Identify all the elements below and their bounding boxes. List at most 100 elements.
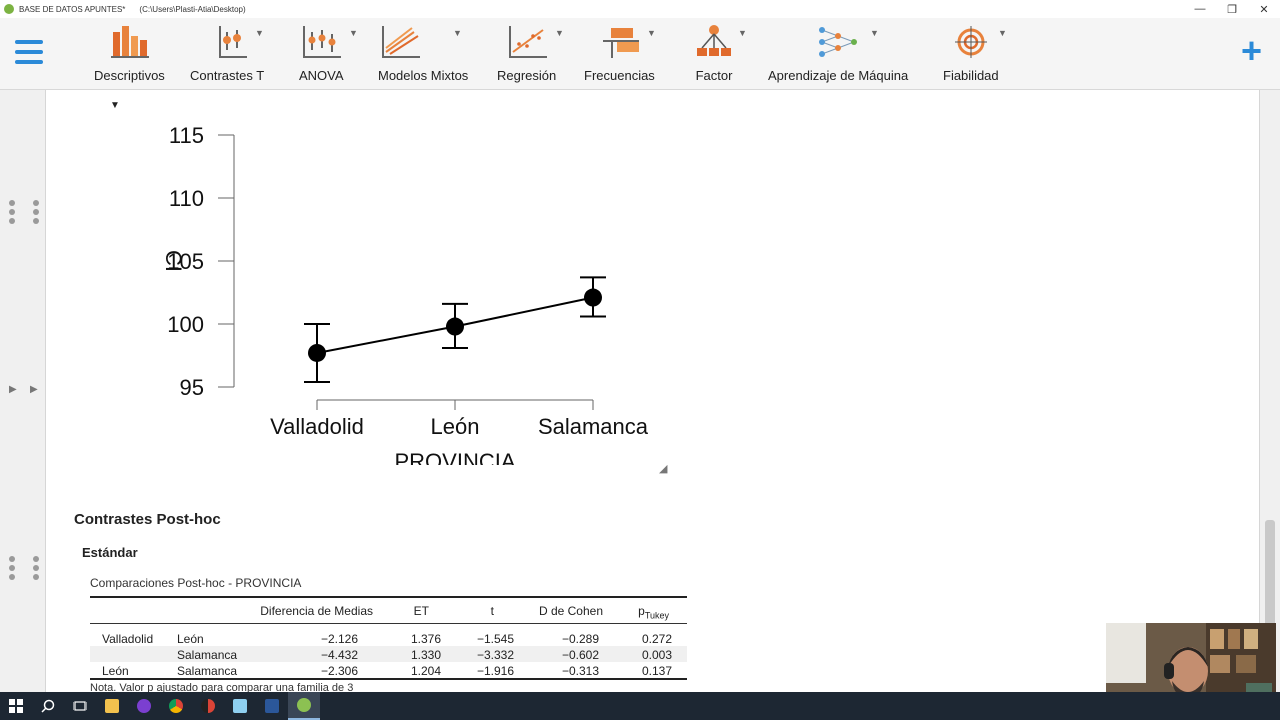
hamburger-menu-button[interactable] xyxy=(15,40,43,64)
title-bar: BASE DE DATOS APUNTES* (C:\Users\Plasti-… xyxy=(0,0,1280,18)
dropdown-arrow-icon[interactable]: ▼ xyxy=(738,28,747,38)
window-controls: — ❐ ✕ xyxy=(1184,0,1280,18)
ribbon-descriptivos-button[interactable]: Descriptivos xyxy=(94,22,165,84)
ribbon-regresion-button[interactable]: Regresión ▼ xyxy=(497,22,564,84)
minimize-button[interactable]: — xyxy=(1184,0,1216,18)
y-tick-label: 95 xyxy=(180,375,204,400)
app-icon[interactable] xyxy=(224,692,256,720)
table-cell-d: −0.289 xyxy=(561,632,599,646)
table-cell-t: −3.332 xyxy=(476,648,514,662)
y-tick-label: 115 xyxy=(169,123,204,148)
table-cell-g2: Salamanca xyxy=(177,664,238,678)
window-title: BASE DE DATOS APUNTES* xyxy=(19,4,126,14)
dropdown-arrow-icon[interactable]: ▼ xyxy=(255,28,264,38)
ribbon-label: Descriptivos xyxy=(94,68,165,83)
subsection-title: Estándar xyxy=(82,545,138,560)
col-header-cohen-d: D de Cohen xyxy=(538,604,603,618)
windows-start-icon[interactable] xyxy=(0,692,32,720)
restore-button[interactable]: ❐ xyxy=(1216,0,1248,18)
table-cell-p: 0.137 xyxy=(641,664,672,678)
t-test-icon xyxy=(205,22,249,62)
dropdown-arrow-icon[interactable]: ▼ xyxy=(870,28,879,38)
table-cell-diff: −4.432 xyxy=(320,648,358,662)
ribbon-label: Factor xyxy=(695,68,733,83)
table-note: Nota. Valor p ajustado para comparar una… xyxy=(90,682,687,692)
mixed-models-icon xyxy=(378,22,422,62)
collapse-arrow-icon[interactable]: ▼ xyxy=(110,100,120,111)
p-label: p xyxy=(638,604,645,618)
ribbon-frecuencias-button[interactable]: Frecuencias ▼ xyxy=(584,22,656,84)
table-cell-g1: León xyxy=(102,664,129,678)
descriptives-plot: 95100105110115CIValladolid León SalamancaP… xyxy=(161,123,649,465)
table-cell-p: 0.003 xyxy=(641,648,672,662)
posthoc-table: Diferencia de Medias ET t D de Cohen pTu… xyxy=(90,596,687,692)
data-point xyxy=(308,343,326,362)
table-cell-g2: Salamanca xyxy=(177,648,238,662)
analysis-ribbon: Descriptivos Contrastes T ▼ ANOVA ▼ Mode… xyxy=(0,18,1280,90)
expand-left-icon[interactable]: ▶ xyxy=(9,384,17,395)
ribbon-label: Regresión xyxy=(497,68,557,83)
close-button[interactable]: ✕ xyxy=(1248,0,1280,18)
table-row: Salamanca −4.432 1.330 −3.332 −0.602 0.003 xyxy=(90,646,687,662)
dropdown-arrow-icon[interactable]: ▼ xyxy=(647,28,656,38)
ribbon-modelos-mixtos-button[interactable]: Modelos Mixtos ▼ xyxy=(378,22,468,84)
file-explorer-icon[interactable] xyxy=(96,692,128,720)
anova-icon xyxy=(299,22,343,62)
expand-right-icon[interactable]: ▶ xyxy=(30,384,38,395)
section-title: Contrastes Post-hoc xyxy=(74,511,221,528)
chrome-icon[interactable] xyxy=(160,692,192,720)
ribbon-label: Contrastes T xyxy=(190,68,265,83)
ribbon-factor-button[interactable]: Factor ▼ xyxy=(692,22,747,84)
ribbon-label: Modelos Mixtos xyxy=(378,68,469,83)
p-subscript: Tukey xyxy=(644,610,669,621)
media-app-icon[interactable] xyxy=(128,692,160,720)
window-path: (C:\Users\Plasti-Atia\Desktop) xyxy=(139,4,246,14)
frequencies-icon xyxy=(597,22,641,62)
reliability-icon xyxy=(949,22,993,62)
note-text: Valor p ajustado para comparar una famil… xyxy=(119,682,354,692)
table-header: Diferencia de Medias ET t D de Cohen pTu… xyxy=(90,598,687,624)
task-view-icon[interactable] xyxy=(64,692,96,720)
y-axis-label: CI xyxy=(161,250,186,272)
ribbon-contrastes-t-button[interactable]: Contrastes T ▼ xyxy=(190,22,264,84)
data-panel-splitter[interactable]: ▶ ▶ xyxy=(0,90,46,692)
table-cell-d: −0.602 xyxy=(561,648,599,662)
table-row: Valladolid León −2.126 1.376 −1.545 −0.289 0.2… xyxy=(90,630,687,646)
col-header-p: pTukey xyxy=(638,604,669,620)
search-icon[interactable] xyxy=(32,692,64,720)
jasp-logo-icon xyxy=(4,4,14,14)
x-tick-label: Valladolid xyxy=(270,414,364,439)
ribbon-label: ANOVA xyxy=(299,68,344,83)
x-tick-label: León xyxy=(431,414,480,439)
table-cell-t: −1.545 xyxy=(476,632,514,646)
drag-handle-icon[interactable] xyxy=(9,556,39,583)
table-cell-diff: −2.306 xyxy=(320,664,358,678)
resize-grip-icon[interactable]: ◢ xyxy=(659,462,667,475)
dropdown-arrow-icon[interactable]: ▼ xyxy=(453,28,462,38)
y-tick-label: 110 xyxy=(169,186,204,211)
ribbon-anova-button[interactable]: ANOVA ▼ xyxy=(299,22,358,84)
data-point xyxy=(446,317,464,336)
results-panel: ▼ 95 100 105 110 115 CI Valladolid León Salamanc… xyxy=(47,90,1259,692)
ribbon-label: Aprendizaje de Máquina xyxy=(768,68,909,83)
jasp-icon[interactable] xyxy=(288,692,320,720)
table-cell-se: 1.376 xyxy=(410,632,441,646)
ribbon-fiabilidad-button[interactable]: Fiabilidad ▼ xyxy=(943,22,1007,84)
dropdown-arrow-icon[interactable]: ▼ xyxy=(555,28,564,38)
y-tick-label: 100 xyxy=(167,312,204,337)
windows-taskbar xyxy=(0,692,1280,720)
table-cell-g1: Valladolid xyxy=(102,632,154,646)
factor-icon xyxy=(692,22,736,62)
dropdown-arrow-icon[interactable]: ▼ xyxy=(349,28,358,38)
dropdown-arrow-icon[interactable]: ▼ xyxy=(998,28,1007,38)
table-cell-p: 0.272 xyxy=(641,632,672,646)
word-icon[interactable] xyxy=(256,692,288,720)
ribbon-label: Frecuencias xyxy=(584,68,655,83)
ribbon-aprendizaje-maquina-button[interactable]: Aprendizaje de Máquina ▼ xyxy=(768,22,908,84)
results-scrollbar[interactable] xyxy=(1259,90,1280,692)
col-header-t: t xyxy=(490,604,494,618)
add-module-button[interactable]: + xyxy=(1241,33,1262,69)
drag-handle-icon[interactable] xyxy=(9,200,39,227)
table-cell-d: −0.313 xyxy=(561,664,599,678)
chrome-alt-icon[interactable] xyxy=(192,692,224,720)
